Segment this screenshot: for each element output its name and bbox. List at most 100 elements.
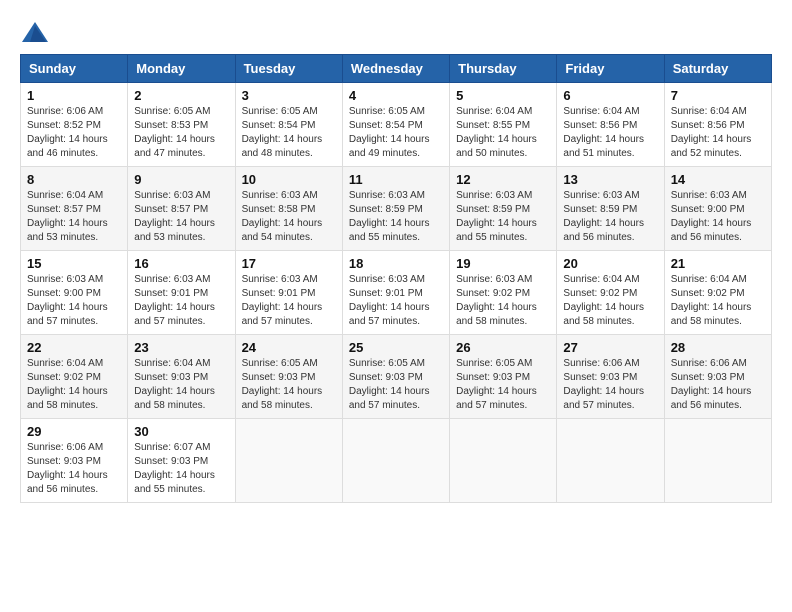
day-info: Sunrise: 6:03 AMSunset: 9:01 PMDaylight:… <box>349 274 430 327</box>
calendar-cell: 27 Sunrise: 6:06 AMSunset: 9:03 PMDaylig… <box>557 335 664 419</box>
day-info: Sunrise: 6:04 AMSunset: 8:56 PMDaylight:… <box>671 106 752 159</box>
calendar-cell <box>235 419 342 503</box>
day-number: 8 <box>27 172 121 187</box>
logo <box>20 20 54 44</box>
day-info: Sunrise: 6:04 AMSunset: 8:55 PMDaylight:… <box>456 106 537 159</box>
calendar-cell: 12 Sunrise: 6:03 AMSunset: 8:59 PMDaylig… <box>450 167 557 251</box>
day-number: 11 <box>349 172 443 187</box>
day-number: 14 <box>671 172 765 187</box>
day-number: 27 <box>563 340 657 355</box>
day-info: Sunrise: 6:05 AMSunset: 9:03 PMDaylight:… <box>349 358 430 411</box>
day-info: Sunrise: 6:07 AMSunset: 9:03 PMDaylight:… <box>134 442 215 495</box>
day-info: Sunrise: 6:03 AMSunset: 8:58 PMDaylight:… <box>242 190 323 243</box>
calendar-cell: 4 Sunrise: 6:05 AMSunset: 8:54 PMDayligh… <box>342 83 449 167</box>
calendar-cell: 13 Sunrise: 6:03 AMSunset: 8:59 PMDaylig… <box>557 167 664 251</box>
calendar-cell: 28 Sunrise: 6:06 AMSunset: 9:03 PMDaylig… <box>664 335 771 419</box>
day-info: Sunrise: 6:06 AMSunset: 9:03 PMDaylight:… <box>563 358 644 411</box>
day-number: 15 <box>27 256 121 271</box>
calendar-cell: 7 Sunrise: 6:04 AMSunset: 8:56 PMDayligh… <box>664 83 771 167</box>
day-number: 22 <box>27 340 121 355</box>
day-info: Sunrise: 6:05 AMSunset: 8:54 PMDaylight:… <box>242 106 323 159</box>
calendar-cell: 3 Sunrise: 6:05 AMSunset: 8:54 PMDayligh… <box>235 83 342 167</box>
calendar-cell: 30 Sunrise: 6:07 AMSunset: 9:03 PMDaylig… <box>128 419 235 503</box>
day-info: Sunrise: 6:03 AMSunset: 8:59 PMDaylight:… <box>563 190 644 243</box>
day-number: 19 <box>456 256 550 271</box>
day-info: Sunrise: 6:04 AMSunset: 9:02 PMDaylight:… <box>563 274 644 327</box>
calendar-cell: 19 Sunrise: 6:03 AMSunset: 9:02 PMDaylig… <box>450 251 557 335</box>
day-info: Sunrise: 6:03 AMSunset: 9:00 PMDaylight:… <box>27 274 108 327</box>
calendar-week-row: 1 Sunrise: 6:06 AMSunset: 8:52 PMDayligh… <box>21 83 772 167</box>
calendar-cell <box>664 419 771 503</box>
calendar-header-monday: Monday <box>128 55 235 83</box>
calendar-cell: 23 Sunrise: 6:04 AMSunset: 9:03 PMDaylig… <box>128 335 235 419</box>
day-number: 23 <box>134 340 228 355</box>
day-info: Sunrise: 6:05 AMSunset: 9:03 PMDaylight:… <box>242 358 323 411</box>
day-info: Sunrise: 6:03 AMSunset: 8:57 PMDaylight:… <box>134 190 215 243</box>
calendar-cell: 21 Sunrise: 6:04 AMSunset: 9:02 PMDaylig… <box>664 251 771 335</box>
day-info: Sunrise: 6:06 AMSunset: 9:03 PMDaylight:… <box>671 358 752 411</box>
calendar-header-sunday: Sunday <box>21 55 128 83</box>
day-number: 28 <box>671 340 765 355</box>
day-number: 16 <box>134 256 228 271</box>
day-info: Sunrise: 6:06 AMSunset: 9:03 PMDaylight:… <box>27 442 108 495</box>
calendar-cell: 14 Sunrise: 6:03 AMSunset: 9:00 PMDaylig… <box>664 167 771 251</box>
calendar-week-row: 29 Sunrise: 6:06 AMSunset: 9:03 PMDaylig… <box>21 419 772 503</box>
day-number: 6 <box>563 88 657 103</box>
calendar-cell: 20 Sunrise: 6:04 AMSunset: 9:02 PMDaylig… <box>557 251 664 335</box>
day-info: Sunrise: 6:03 AMSunset: 8:59 PMDaylight:… <box>349 190 430 243</box>
calendar-header-wednesday: Wednesday <box>342 55 449 83</box>
day-number: 24 <box>242 340 336 355</box>
calendar-week-row: 15 Sunrise: 6:03 AMSunset: 9:00 PMDaylig… <box>21 251 772 335</box>
day-number: 18 <box>349 256 443 271</box>
calendar-cell: 29 Sunrise: 6:06 AMSunset: 9:03 PMDaylig… <box>21 419 128 503</box>
calendar-cell <box>557 419 664 503</box>
day-info: Sunrise: 6:06 AMSunset: 8:52 PMDaylight:… <box>27 106 108 159</box>
calendar-body: 1 Sunrise: 6:06 AMSunset: 8:52 PMDayligh… <box>21 83 772 503</box>
day-number: 9 <box>134 172 228 187</box>
day-info: Sunrise: 6:04 AMSunset: 9:03 PMDaylight:… <box>134 358 215 411</box>
calendar-header-thursday: Thursday <box>450 55 557 83</box>
page-header <box>20 20 772 44</box>
day-number: 13 <box>563 172 657 187</box>
day-info: Sunrise: 6:05 AMSunset: 8:54 PMDaylight:… <box>349 106 430 159</box>
calendar-cell: 22 Sunrise: 6:04 AMSunset: 9:02 PMDaylig… <box>21 335 128 419</box>
day-number: 26 <box>456 340 550 355</box>
day-number: 20 <box>563 256 657 271</box>
calendar-header-tuesday: Tuesday <box>235 55 342 83</box>
day-number: 10 <box>242 172 336 187</box>
day-number: 7 <box>671 88 765 103</box>
calendar-header-row: SundayMondayTuesdayWednesdayThursdayFrid… <box>21 55 772 83</box>
calendar-cell: 15 Sunrise: 6:03 AMSunset: 9:00 PMDaylig… <box>21 251 128 335</box>
day-info: Sunrise: 6:03 AMSunset: 9:01 PMDaylight:… <box>134 274 215 327</box>
calendar-cell: 5 Sunrise: 6:04 AMSunset: 8:55 PMDayligh… <box>450 83 557 167</box>
day-info: Sunrise: 6:05 AMSunset: 8:53 PMDaylight:… <box>134 106 215 159</box>
calendar-cell: 9 Sunrise: 6:03 AMSunset: 8:57 PMDayligh… <box>128 167 235 251</box>
day-number: 30 <box>134 424 228 439</box>
calendar-cell: 24 Sunrise: 6:05 AMSunset: 9:03 PMDaylig… <box>235 335 342 419</box>
calendar-header-friday: Friday <box>557 55 664 83</box>
day-number: 12 <box>456 172 550 187</box>
calendar-cell <box>450 419 557 503</box>
day-number: 1 <box>27 88 121 103</box>
calendar-cell: 16 Sunrise: 6:03 AMSunset: 9:01 PMDaylig… <box>128 251 235 335</box>
day-info: Sunrise: 6:05 AMSunset: 9:03 PMDaylight:… <box>456 358 537 411</box>
day-info: Sunrise: 6:04 AMSunset: 9:02 PMDaylight:… <box>27 358 108 411</box>
calendar-week-row: 8 Sunrise: 6:04 AMSunset: 8:57 PMDayligh… <box>21 167 772 251</box>
calendar-cell: 8 Sunrise: 6:04 AMSunset: 8:57 PMDayligh… <box>21 167 128 251</box>
day-info: Sunrise: 6:04 AMSunset: 9:02 PMDaylight:… <box>671 274 752 327</box>
day-number: 2 <box>134 88 228 103</box>
calendar-cell <box>342 419 449 503</box>
day-number: 17 <box>242 256 336 271</box>
day-info: Sunrise: 6:03 AMSunset: 8:59 PMDaylight:… <box>456 190 537 243</box>
calendar-cell: 26 Sunrise: 6:05 AMSunset: 9:03 PMDaylig… <box>450 335 557 419</box>
day-number: 25 <box>349 340 443 355</box>
calendar-week-row: 22 Sunrise: 6:04 AMSunset: 9:02 PMDaylig… <box>21 335 772 419</box>
day-info: Sunrise: 6:04 AMSunset: 8:57 PMDaylight:… <box>27 190 108 243</box>
day-number: 21 <box>671 256 765 271</box>
day-number: 3 <box>242 88 336 103</box>
day-info: Sunrise: 6:03 AMSunset: 9:00 PMDaylight:… <box>671 190 752 243</box>
calendar-cell: 1 Sunrise: 6:06 AMSunset: 8:52 PMDayligh… <box>21 83 128 167</box>
calendar-table: SundayMondayTuesdayWednesdayThursdayFrid… <box>20 54 772 503</box>
day-number: 29 <box>27 424 121 439</box>
calendar-cell: 18 Sunrise: 6:03 AMSunset: 9:01 PMDaylig… <box>342 251 449 335</box>
